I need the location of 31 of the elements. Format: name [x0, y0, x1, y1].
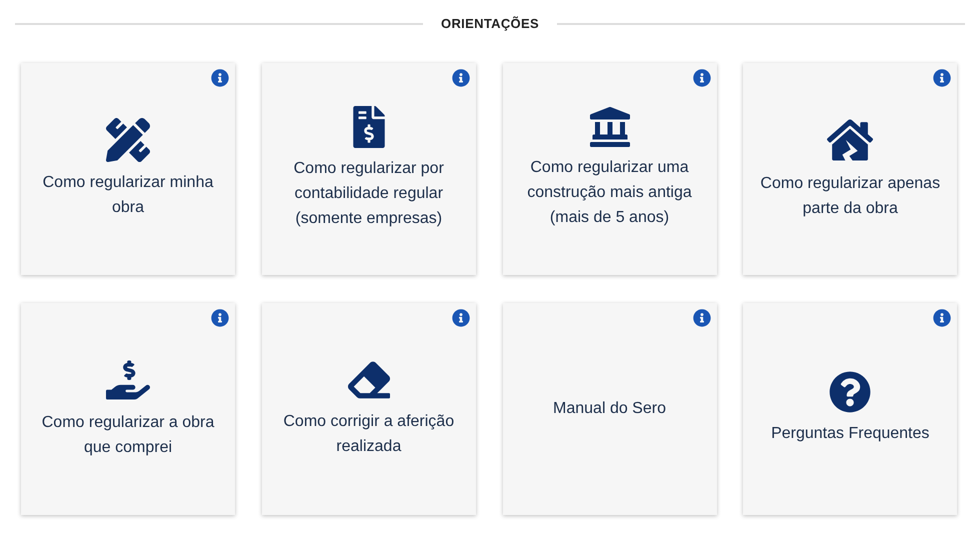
info-icon[interactable]: [692, 68, 710, 86]
info-icon[interactable]: [933, 308, 952, 326]
card-title: Como regularizar minha obra: [42, 172, 214, 218]
guide-card[interactable]: Como regularizar por contabilidade regular (somente empresas): [262, 62, 476, 274]
card-title: Como regularizar a obra que comprei: [40, 412, 216, 458]
guide-card[interactable]: Como regularizar a obra que comprei: [21, 302, 235, 514]
card-title: Como regularizar apenas parte da obra: [759, 174, 942, 218]
guide-card[interactable]: Perguntas Frequentes: [743, 302, 958, 514]
info-icon[interactable]: [452, 68, 470, 86]
columned-building-icon: [590, 107, 630, 147]
card-title: Como regularizar por contabilidade regular (somente empresas): [292, 159, 445, 229]
section-heading: ORIENTAÇÕES: [441, 15, 539, 33]
card-title: Perguntas Frequentes: [771, 424, 930, 444]
info-icon[interactable]: [211, 68, 229, 86]
card-title: Manual do Sero: [553, 399, 666, 419]
info-icon[interactable]: [933, 68, 952, 86]
guide-card[interactable]: Como regularizar apenas parte da obra: [743, 62, 958, 274]
help-icon: [829, 371, 872, 413]
guide-card[interactable]: Como regularizar minha obra: [21, 62, 235, 274]
guide-card[interactable]: Como corrigir a aferição realizada: [262, 302, 476, 514]
hand-holding-dollar-icon: [106, 358, 150, 402]
info-icon[interactable]: [692, 308, 710, 326]
info-icon[interactable]: [211, 308, 229, 326]
guide-card[interactable]: Como regularizar uma construção mais antiga (mais de 5 anos): [502, 62, 716, 274]
card-title: Como corrigir a aferição realizada: [282, 412, 456, 456]
info-icon[interactable]: [452, 308, 470, 326]
guide-card[interactable]: Manual do Sero: [502, 302, 716, 514]
card-title: Como regularizar uma construção mais antiga (mais de 5 anos): [526, 158, 693, 228]
cracked-house-icon: [827, 116, 874, 162]
pencil-ruler-icon: [106, 118, 150, 162]
eraser-icon: [348, 358, 390, 400]
